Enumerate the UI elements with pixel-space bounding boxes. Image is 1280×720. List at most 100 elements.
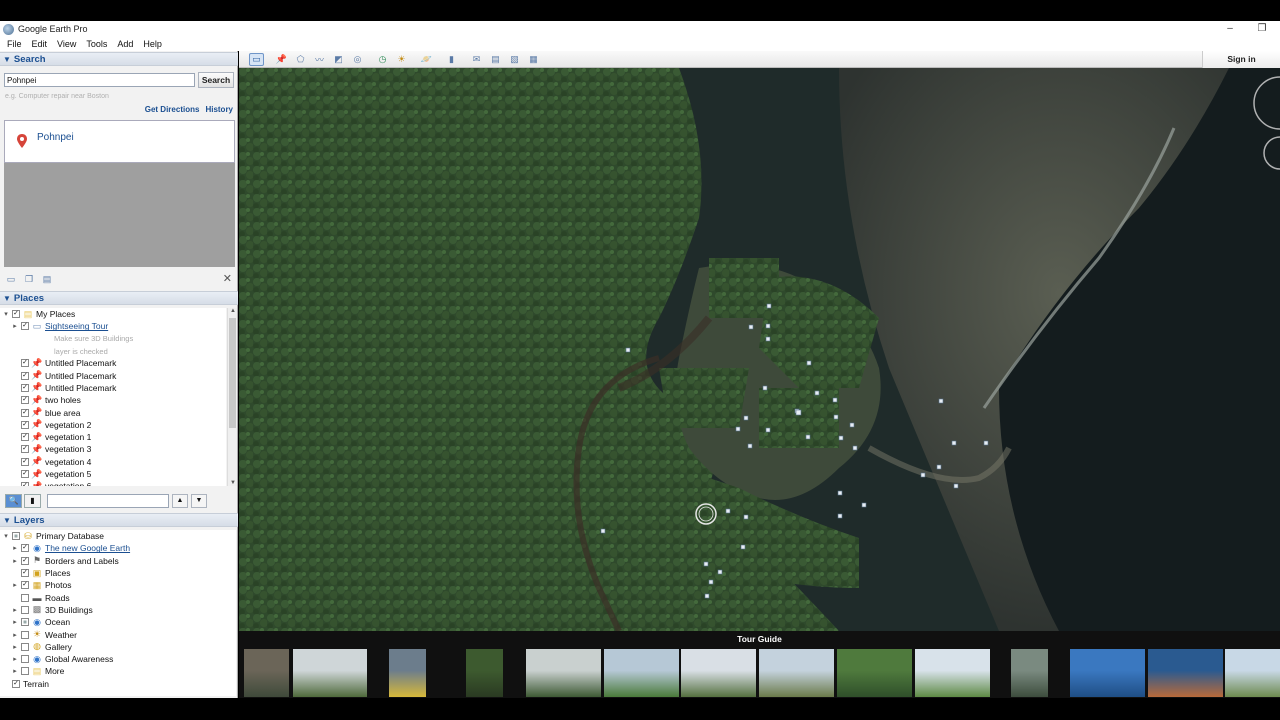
expand-arrow-icon[interactable]: ▾: [2, 310, 10, 318]
visibility-checkbox[interactable]: [21, 630, 29, 639]
scroll-down-icon[interactable]: ▼: [228, 480, 238, 486]
add-image-overlay-icon[interactable]: ◩: [331, 53, 346, 66]
visibility-checkbox[interactable]: [21, 593, 29, 602]
tour-thumbnail[interactable]: [293, 649, 367, 697]
places-label[interactable]: vegetation 2: [45, 420, 91, 430]
visibility-checkbox[interactable]: ✓: [21, 445, 29, 454]
places-label[interactable]: blue area: [45, 408, 80, 418]
places-label[interactable]: vegetation 5: [45, 469, 91, 479]
tour-thumbnail[interactable]: [526, 649, 601, 697]
visibility-checkbox[interactable]: [21, 605, 29, 614]
layers-label[interactable]: Primary Database: [36, 531, 104, 541]
visibility-checkbox[interactable]: ✓: [21, 556, 29, 565]
places-label[interactable]: vegetation 6: [45, 481, 91, 486]
layers-label[interactable]: Terrain: [23, 679, 49, 689]
tour-thumbnail[interactable]: [915, 649, 990, 697]
tour-thumbnail[interactable]: [759, 649, 834, 697]
menu-file[interactable]: File: [2, 39, 27, 49]
view-in-maps-icon[interactable]: ▦: [526, 53, 541, 66]
places-item[interactable]: ✓ 📌 Untitled Placemark: [0, 382, 226, 394]
visibility-checkbox[interactable]: ✓: [21, 433, 29, 442]
layers-item[interactable]: ▸ ◉ Ocean: [0, 616, 236, 628]
layers-label[interactable]: More: [45, 666, 64, 676]
tour-thumbnail[interactable]: [837, 649, 912, 697]
expand-arrow-icon[interactable]: ▸: [11, 557, 19, 565]
tour-thumbnail[interactable]: [1148, 649, 1223, 697]
places-label[interactable]: two holes: [45, 395, 81, 405]
restore-button[interactable]: ❐: [1250, 21, 1274, 37]
visibility-checkbox[interactable]: ✓: [12, 310, 20, 319]
places-item[interactable]: ▾ ✓ ▤ My Places: [0, 308, 226, 320]
search-result-name[interactable]: Pohnpei: [37, 132, 74, 143]
layers-item[interactable]: ▸ ☀ Weather: [0, 628, 236, 640]
tour-thumbnail[interactable]: [1070, 649, 1145, 697]
places-item[interactable]: ✓ 📌 Untitled Placemark: [0, 357, 226, 369]
menu-add[interactable]: Add: [112, 39, 138, 49]
move-down-icon[interactable]: ▼: [191, 494, 207, 508]
layers-item[interactable]: ▸ ▤ More: [0, 665, 236, 677]
places-item[interactable]: ✓ 📌 blue area: [0, 406, 226, 418]
places-item[interactable]: ✓ 📌 two holes: [0, 394, 226, 406]
expand-arrow-icon[interactable]: ▸: [11, 667, 19, 675]
panel-toggle-icon[interactable]: ▮: [24, 494, 41, 508]
visibility-checkbox[interactable]: [21, 618, 29, 627]
places-label[interactable]: vegetation 4: [45, 457, 91, 467]
add-polygon-icon[interactable]: ⬠: [293, 53, 308, 66]
sign-in-button[interactable]: Sign in: [1202, 51, 1280, 68]
visibility-checkbox[interactable]: [12, 532, 20, 541]
places-item[interactable]: ▸ ✓ ▭ Sightseeing Tour: [0, 320, 226, 332]
layers-item[interactable]: ▸ ◉ Global Awareness: [0, 653, 236, 665]
menu-view[interactable]: View: [52, 39, 81, 49]
layers-item[interactable]: ▾ ⛁ Primary Database: [0, 530, 236, 542]
print-icon[interactable]: ▤: [488, 53, 503, 66]
places-item[interactable]: ✓ 📌 vegetation 2: [0, 419, 226, 431]
places-label[interactable]: vegetation 3: [45, 444, 91, 454]
layers-item[interactable]: ▸ ▩ 3D Buildings: [0, 604, 236, 616]
layers-item[interactable]: ▸ ✓ ▦ Photos: [0, 579, 236, 591]
sidebar-toggle-icon[interactable]: ▭: [249, 52, 264, 66]
scrollbar-thumb[interactable]: [229, 318, 236, 428]
menu-help[interactable]: Help: [138, 39, 167, 49]
print-icon[interactable]: ▤: [41, 274, 53, 284]
expand-arrow-icon[interactable]: ▾: [2, 532, 10, 540]
visibility-checkbox[interactable]: ✓: [21, 569, 29, 578]
layers-item[interactable]: ▸ ✓ ⚑ Borders and Labels: [0, 555, 236, 567]
save-folder-icon[interactable]: ▭: [5, 274, 17, 284]
places-item[interactable]: Make sure 3D Buildings: [0, 333, 226, 345]
tour-thumbnail[interactable]: [1011, 649, 1048, 697]
expand-arrow-icon[interactable]: ▸: [11, 581, 19, 589]
places-label[interactable]: Sightseeing Tour: [45, 321, 108, 331]
tour-thumbnail[interactable]: [681, 649, 756, 697]
record-tour-icon[interactable]: ◎: [350, 53, 365, 66]
visibility-checkbox[interactable]: ✓: [21, 371, 29, 380]
map-view[interactable]: ▭ 📌 ⬠ 〰 ◩ ◎ ◷ ☀ 🪐 ▮ ✉ ▤ ▧ ▦ Sign in: [239, 51, 1280, 631]
add-placemark-icon[interactable]: 📌: [274, 53, 289, 66]
tour-thumbnail[interactable]: [244, 649, 289, 697]
layers-label[interactable]: Weather: [45, 630, 77, 640]
planets-icon[interactable]: 🪐: [419, 53, 434, 66]
move-up-icon[interactable]: ▲: [172, 494, 188, 508]
places-label[interactable]: My Places: [36, 309, 75, 319]
satellite-imagery[interactable]: [239, 68, 1280, 631]
expand-arrow-icon[interactable]: ▸: [11, 606, 19, 614]
tour-thumbnail[interactable]: [1225, 649, 1280, 697]
email-icon[interactable]: ✉: [469, 53, 484, 66]
visibility-checkbox[interactable]: ✓: [21, 581, 29, 590]
places-label[interactable]: Untitled Placemark: [45, 383, 116, 393]
layers-label[interactable]: 3D Buildings: [45, 605, 93, 615]
visibility-checkbox[interactable]: [21, 655, 29, 664]
tour-thumbnail[interactable]: [466, 649, 503, 697]
layers-label[interactable]: The new Google Earth: [45, 543, 130, 553]
visibility-checkbox[interactable]: ✓: [21, 544, 29, 553]
visibility-checkbox[interactable]: [21, 642, 29, 651]
visibility-checkbox[interactable]: ✓: [21, 457, 29, 466]
layers-item[interactable]: ▸ ✓ ◉ The new Google Earth: [0, 542, 236, 554]
menu-edit[interactable]: Edit: [27, 39, 53, 49]
layers-panel-header[interactable]: ▼ Layers: [0, 513, 238, 527]
scroll-up-icon[interactable]: ▲: [228, 308, 238, 314]
places-label[interactable]: vegetation 1: [45, 432, 91, 442]
places-item[interactable]: ✓ 📌 vegetation 1: [0, 431, 226, 443]
visibility-checkbox[interactable]: ✓: [21, 408, 29, 417]
historical-imagery-icon[interactable]: ◷: [375, 53, 390, 66]
layers-item[interactable]: ▬ Roads: [0, 591, 236, 603]
